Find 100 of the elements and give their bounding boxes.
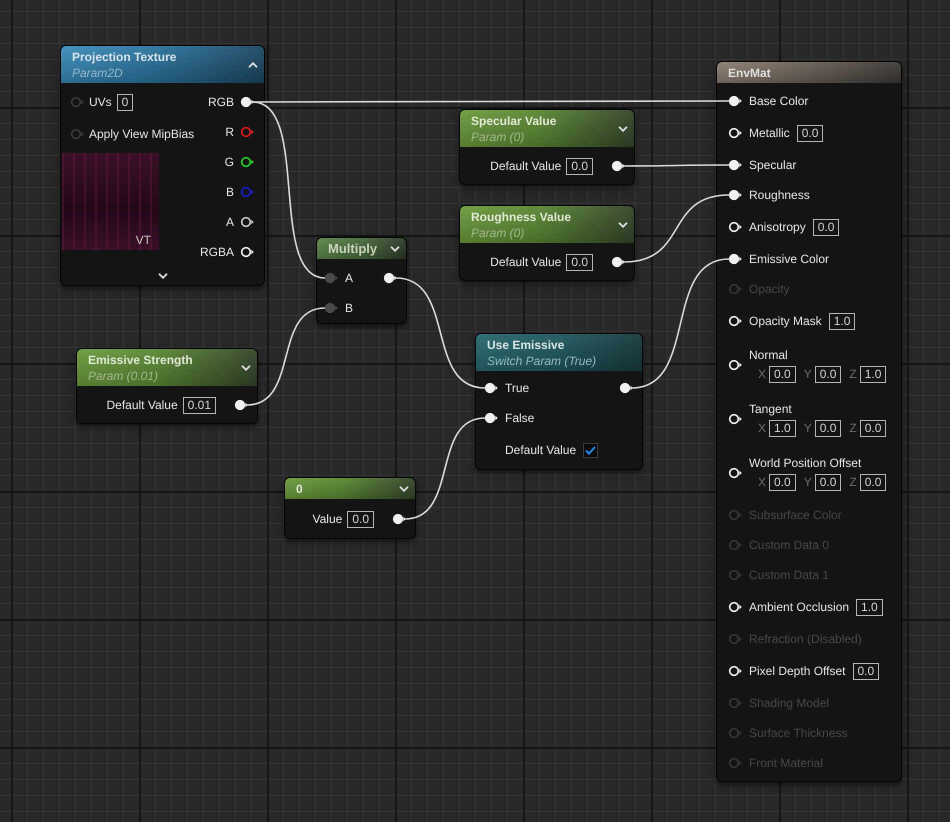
chevron-down-icon[interactable] [241, 365, 251, 371]
number-field[interactable]: 1.0 [860, 366, 886, 382]
input-pin-icon[interactable] [728, 315, 742, 327]
graph-node[interactable] [716, 61, 902, 782]
number-field[interactable]: 0.01 [182, 396, 216, 414]
number-field[interactable]: 0.0 [812, 218, 840, 236]
input-pin-icon[interactable] [728, 413, 742, 425]
pin-label: Apply View MipBias [89, 126, 194, 142]
number-field[interactable]: 0.0 [814, 474, 842, 490]
node-title: 0 [296, 481, 303, 497]
pin-label: Base Color [749, 93, 808, 109]
node-title: Projection Texture [72, 49, 176, 65]
number-field[interactable]: 1.0 [856, 598, 883, 616]
chevron-down-icon[interactable] [158, 272, 168, 278]
pin-label: Normal [749, 347, 788, 363]
output-pin-icon[interactable] [240, 246, 254, 258]
pin-label: Metallic [749, 125, 790, 141]
axis-label: X [758, 366, 766, 382]
property-label: Default Value [106, 397, 178, 413]
number-field[interactable]: 0.0 [347, 510, 374, 528]
graph-node[interactable]: Emissive Strength Param (0.01) Default Value 0.01 [76, 348, 258, 424]
input-pin-icon[interactable] [728, 221, 742, 233]
input-pin-icon[interactable] [728, 127, 742, 139]
pin-label: R [225, 124, 234, 140]
number-field[interactable]: 0.0 [566, 158, 593, 174]
input-pin-icon[interactable] [728, 359, 742, 371]
node-title: Multiply [328, 241, 378, 257]
property-label: Default Value [490, 254, 562, 270]
node-subtitle: Param (0) [471, 129, 526, 145]
pin-label: Emissive Color [749, 251, 830, 267]
number-field[interactable]: 0.0 [852, 662, 880, 680]
pin-label: Anisotropy [749, 219, 806, 235]
input-pin-icon[interactable] [728, 665, 742, 677]
pin-label: A [345, 270, 354, 286]
chevron-down-icon[interactable] [390, 246, 400, 252]
input-pin-icon[interactable] [70, 96, 84, 108]
number-field[interactable]: 0.0 [814, 420, 842, 436]
node-title: Emissive Strength [88, 352, 193, 368]
preview-label: VT [136, 233, 151, 247]
number-field[interactable]: 0 [116, 94, 134, 110]
input-pin-icon[interactable] [484, 382, 498, 394]
number-field[interactable]: 0.0 [796, 124, 824, 142]
output-pin-icon[interactable] [383, 272, 397, 284]
graph-node[interactable]: Projection Texture Param2D UVs 0 Apply View MipBias VT RGB R G B A RGBA [60, 45, 265, 286]
input-pin-icon[interactable] [484, 412, 498, 424]
input-pin-icon[interactable] [324, 302, 338, 314]
checkbox[interactable] [583, 442, 598, 458]
property-label: Value [312, 511, 342, 527]
pin-label: RGB [208, 94, 234, 110]
output-pin-icon[interactable] [240, 156, 254, 168]
number-field[interactable]: 0.0 [566, 254, 593, 270]
node-subtitle: Param2D [72, 65, 124, 81]
input-pin-icon[interactable] [324, 272, 338, 284]
graph-node[interactable]: 0 Value 0.0 [284, 477, 416, 539]
graph-node[interactable]: Specular Value Param (0) Default Value 0.0 [459, 109, 635, 185]
input-pin-icon[interactable] [728, 253, 742, 265]
input-pin-icon[interactable] [728, 189, 742, 201]
chevron-up-icon[interactable] [248, 62, 258, 68]
output-pin-icon[interactable] [240, 216, 254, 228]
pin-label: UVs [89, 94, 112, 110]
axis-label: X [758, 420, 766, 436]
pin-label: World Position Offset [749, 455, 862, 471]
number-field[interactable]: 0.0 [769, 474, 796, 490]
number-field[interactable]: 1.0 [769, 420, 796, 436]
node-title: Specular Value [471, 113, 556, 129]
axis-label: Y [804, 474, 812, 490]
input-pin-icon[interactable] [70, 128, 84, 140]
pin-label: Roughness [749, 187, 810, 203]
node-title: EnvMat [728, 65, 771, 81]
output-pin-icon[interactable] [611, 256, 625, 268]
graph-node[interactable]: Roughness Value Param (0) Default Value 0.0 [459, 205, 635, 281]
output-pin-icon[interactable] [619, 382, 633, 394]
pin-label: Tangent [749, 401, 792, 417]
output-pin-icon[interactable] [240, 96, 254, 108]
number-field[interactable]: 0.0 [860, 474, 886, 490]
node-subtitle: Switch Param (True) [487, 353, 596, 369]
graph-node[interactable]: Multiply A B [316, 237, 407, 324]
input-pin-icon[interactable] [728, 467, 742, 479]
output-pin-icon[interactable] [234, 399, 248, 411]
chevron-down-icon[interactable] [618, 126, 628, 132]
pin-label: G [224, 154, 234, 170]
checkmark-icon [585, 446, 596, 454]
input-pin-icon[interactable] [728, 159, 742, 171]
output-pin-icon[interactable] [611, 160, 625, 172]
node-title: Use Emissive [487, 337, 566, 353]
input-pin-icon[interactable] [728, 601, 742, 613]
input-pin-icon[interactable] [728, 95, 742, 107]
number-field[interactable]: 0.0 [814, 366, 842, 382]
pin-label: RGBA [200, 244, 234, 260]
graph-node[interactable]: Use Emissive Switch Param (True) True False Default Value [475, 333, 643, 470]
output-pin-icon[interactable] [392, 513, 406, 525]
axis-label: Z [849, 420, 857, 436]
number-field[interactable]: 0.0 [860, 420, 886, 436]
pin-label: B [345, 300, 354, 316]
number-field[interactable]: 1.0 [828, 312, 856, 330]
chevron-down-icon[interactable] [618, 222, 628, 228]
number-field[interactable]: 0.0 [769, 366, 796, 382]
pin-label: Ambient Occlusion [749, 599, 850, 615]
chevron-down-icon[interactable] [399, 486, 409, 492]
pin-label: A [226, 214, 234, 230]
